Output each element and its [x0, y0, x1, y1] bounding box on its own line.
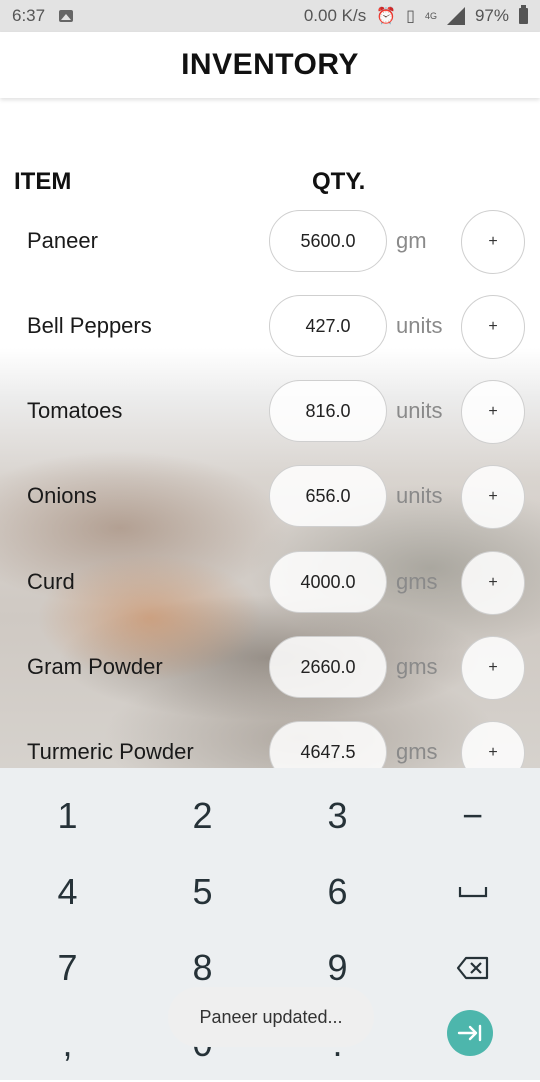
key-backspace[interactable] [405, 930, 540, 1006]
table-row: Gram Powder 2660.0 gms + [0, 636, 540, 702]
key-comma[interactable]: , [0, 1006, 135, 1082]
add-button[interactable]: + [461, 551, 525, 615]
key-6[interactable]: 6 [270, 854, 405, 930]
key-2[interactable]: 2 [135, 778, 270, 854]
item-name: Bell Peppers [27, 313, 152, 338]
image-notification-icon [59, 10, 74, 22]
qty-input[interactable]: 427.0 [269, 295, 387, 357]
unit-label: gms [396, 654, 438, 679]
item-name: Onions [27, 483, 97, 508]
net-speed: 0.00 K/s [303, 6, 367, 25]
qty-input[interactable]: 816.0 [269, 380, 387, 442]
item-name: Tomatoes [27, 398, 123, 423]
unit-label: units [396, 313, 443, 338]
key-7[interactable]: 7 [0, 930, 135, 1006]
key-1[interactable]: 1 [0, 778, 135, 854]
key-minus[interactable]: − [405, 778, 540, 854]
unit-label: units [396, 398, 443, 423]
key-3[interactable]: 3 [270, 778, 405, 854]
status-time: 6:37 [12, 6, 46, 25]
add-button[interactable]: + [461, 210, 525, 274]
table-header: ITEM QTY. [0, 168, 540, 198]
qty-input[interactable]: 656.0 [269, 465, 387, 527]
add-button[interactable]: + [461, 721, 525, 768]
network-type: 4G [424, 11, 437, 21]
item-name: Curd [27, 569, 75, 594]
add-button[interactable]: + [461, 636, 525, 700]
table-row: Curd 4000.0 gms + [0, 551, 540, 617]
battery-icon [519, 5, 528, 24]
table-row: Tomatoes 816.0 units + [0, 380, 540, 446]
backspace-icon [456, 956, 488, 980]
alarm-icon: ⏰ [376, 8, 397, 25]
status-bar: 6:37 0.00 K/s ⏰ ▯ 4G 97% [0, 0, 540, 32]
toast-message: Paneer updated... [168, 987, 374, 1047]
signal-icon [446, 7, 465, 25]
item-name: Paneer [27, 228, 98, 253]
status-right: 0.00 K/s ⏰ ▯ 4G 97% [303, 5, 528, 26]
qty-input[interactable]: 4647.5 [269, 721, 387, 768]
item-name: Turmeric Powder [27, 739, 194, 764]
table-row: Onions 656.0 units + [0, 465, 540, 531]
qty-input[interactable]: 2660.0 [269, 636, 387, 698]
qty-input[interactable]: 5600.0 [269, 210, 387, 272]
key-5[interactable]: 5 [135, 854, 270, 930]
vibrate-icon: ▯ [406, 8, 415, 25]
unit-label: gms [396, 569, 438, 594]
app-bar: INVENTORY [0, 32, 540, 98]
qty-input[interactable]: 4000.0 [269, 551, 387, 613]
table-row: Paneer 5600.0 gm + [0, 210, 540, 276]
key-space[interactable] [405, 854, 540, 930]
page-title: INVENTORY [181, 48, 359, 81]
space-icon [458, 887, 487, 898]
enter-button[interactable] [447, 1010, 493, 1056]
unit-label: units [396, 483, 443, 508]
battery-percent: 97% [474, 6, 509, 25]
key-4[interactable]: 4 [0, 854, 135, 930]
add-button[interactable]: + [461, 380, 525, 444]
item-name: Gram Powder [27, 654, 163, 679]
unit-label: gms [396, 739, 438, 764]
add-button[interactable]: + [461, 295, 525, 359]
next-field-icon [457, 1024, 482, 1042]
table-row: Bell Peppers 427.0 units + [0, 295, 540, 361]
add-button[interactable]: + [461, 465, 525, 529]
inventory-list[interactable]: ITEM QTY. Paneer 5600.0 gm + Bell Pepper… [0, 98, 540, 768]
unit-label: gm [396, 228, 427, 253]
table-row: Turmeric Powder 4647.5 gms + [0, 721, 540, 768]
column-header-qty: QTY. [312, 168, 366, 195]
column-header-item: ITEM [14, 168, 72, 195]
